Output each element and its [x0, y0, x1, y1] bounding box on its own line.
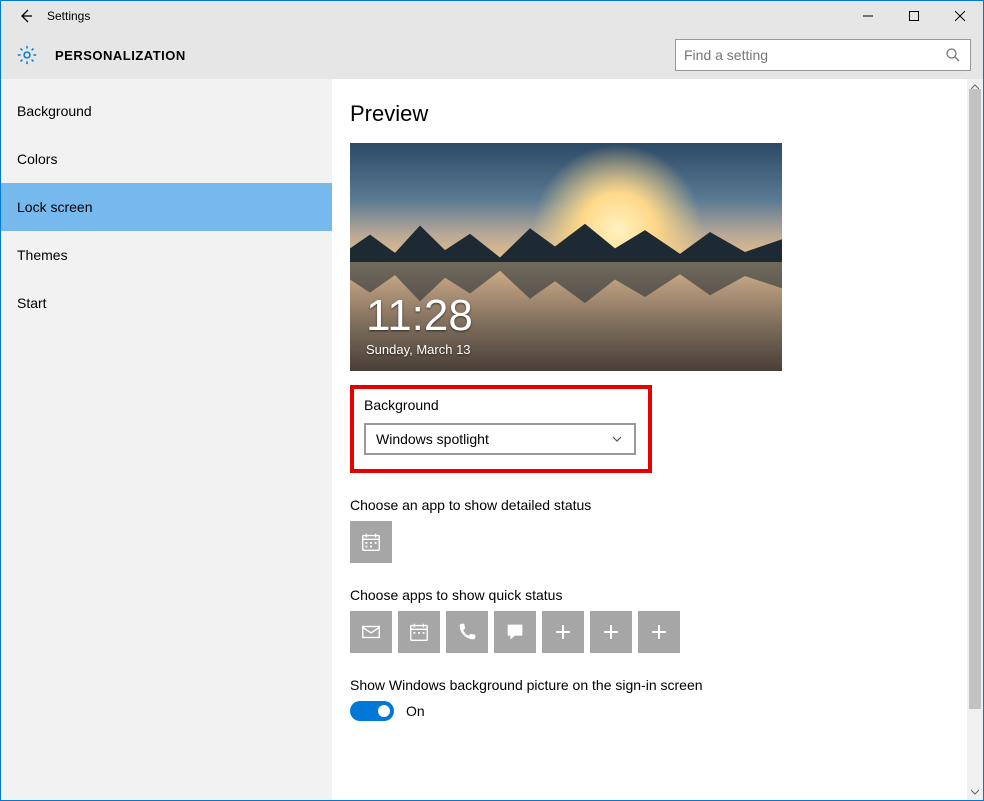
lock-date: Sunday, March 13	[366, 342, 473, 357]
quick-status-slot[interactable]	[446, 611, 488, 653]
message-icon	[504, 621, 526, 643]
quick-status-slot-empty[interactable]	[590, 611, 632, 653]
maximize-button[interactable]	[891, 1, 937, 31]
back-button[interactable]	[11, 1, 41, 31]
sidebar-item-label: Themes	[17, 247, 68, 263]
preview-heading: Preview	[350, 101, 983, 127]
plus-icon	[601, 622, 621, 642]
calendar-icon	[408, 621, 430, 643]
signin-bg-toggle[interactable]	[350, 701, 394, 721]
sidebar: Background Colors Lock screen Themes Sta…	[1, 79, 332, 800]
sidebar-item-label: Background	[17, 103, 92, 119]
sidebar-item-label: Start	[17, 295, 47, 311]
detailed-status-label: Choose an app to show detailed status	[350, 497, 983, 513]
minimize-button[interactable]	[845, 1, 891, 31]
title-bar: Settings	[1, 1, 983, 31]
detailed-status-row	[350, 521, 983, 563]
quick-status-slot-empty[interactable]	[542, 611, 584, 653]
background-label: Background	[364, 397, 638, 413]
sidebar-item-start[interactable]: Start	[1, 279, 332, 327]
sidebar-item-themes[interactable]: Themes	[1, 231, 332, 279]
quick-status-label: Choose apps to show quick status	[350, 587, 983, 603]
detailed-status-slot[interactable]	[350, 521, 392, 563]
sidebar-item-colors[interactable]: Colors	[1, 135, 332, 183]
sidebar-item-label: Colors	[17, 151, 57, 167]
window-title: Settings	[47, 9, 90, 23]
gear-icon	[13, 41, 41, 69]
background-dropdown[interactable]: Windows spotlight	[364, 423, 636, 455]
sidebar-item-background[interactable]: Background	[1, 87, 332, 135]
lock-screen-preview: 11:28 Sunday, March 13	[350, 143, 782, 371]
lock-time: 11:28	[366, 294, 473, 338]
plus-icon	[553, 622, 573, 642]
signin-bg-toggle-text: On	[406, 703, 425, 719]
quick-status-slot-empty[interactable]	[638, 611, 680, 653]
calendar-icon	[360, 531, 382, 553]
background-setting-highlight: Background Windows spotlight	[350, 385, 652, 473]
plus-icon	[649, 622, 669, 642]
category-title: PERSONALIZATION	[55, 48, 186, 63]
search-icon	[944, 46, 962, 64]
quick-status-slot[interactable]	[398, 611, 440, 653]
sidebar-item-label: Lock screen	[17, 199, 92, 215]
scrollbar-thumb[interactable]	[969, 89, 981, 709]
search-input[interactable]	[684, 40, 944, 70]
signin-bg-label: Show Windows background picture on the s…	[350, 677, 983, 693]
sidebar-item-lock-screen[interactable]: Lock screen	[1, 183, 332, 231]
search-field[interactable]	[675, 39, 971, 71]
scroll-down-icon[interactable]	[967, 784, 983, 800]
chevron-down-icon	[610, 432, 624, 446]
background-dropdown-value: Windows spotlight	[376, 431, 610, 447]
header-row: PERSONALIZATION	[1, 31, 983, 79]
quick-status-slot[interactable]	[494, 611, 536, 653]
scrollbar[interactable]	[967, 79, 983, 800]
mail-icon	[360, 621, 382, 643]
quick-status-row	[350, 611, 983, 653]
quick-status-slot[interactable]	[350, 611, 392, 653]
content-pane: Preview 11:28 Sunday, March 13	[332, 79, 983, 800]
phone-icon	[456, 621, 478, 643]
close-button[interactable]	[937, 1, 983, 31]
